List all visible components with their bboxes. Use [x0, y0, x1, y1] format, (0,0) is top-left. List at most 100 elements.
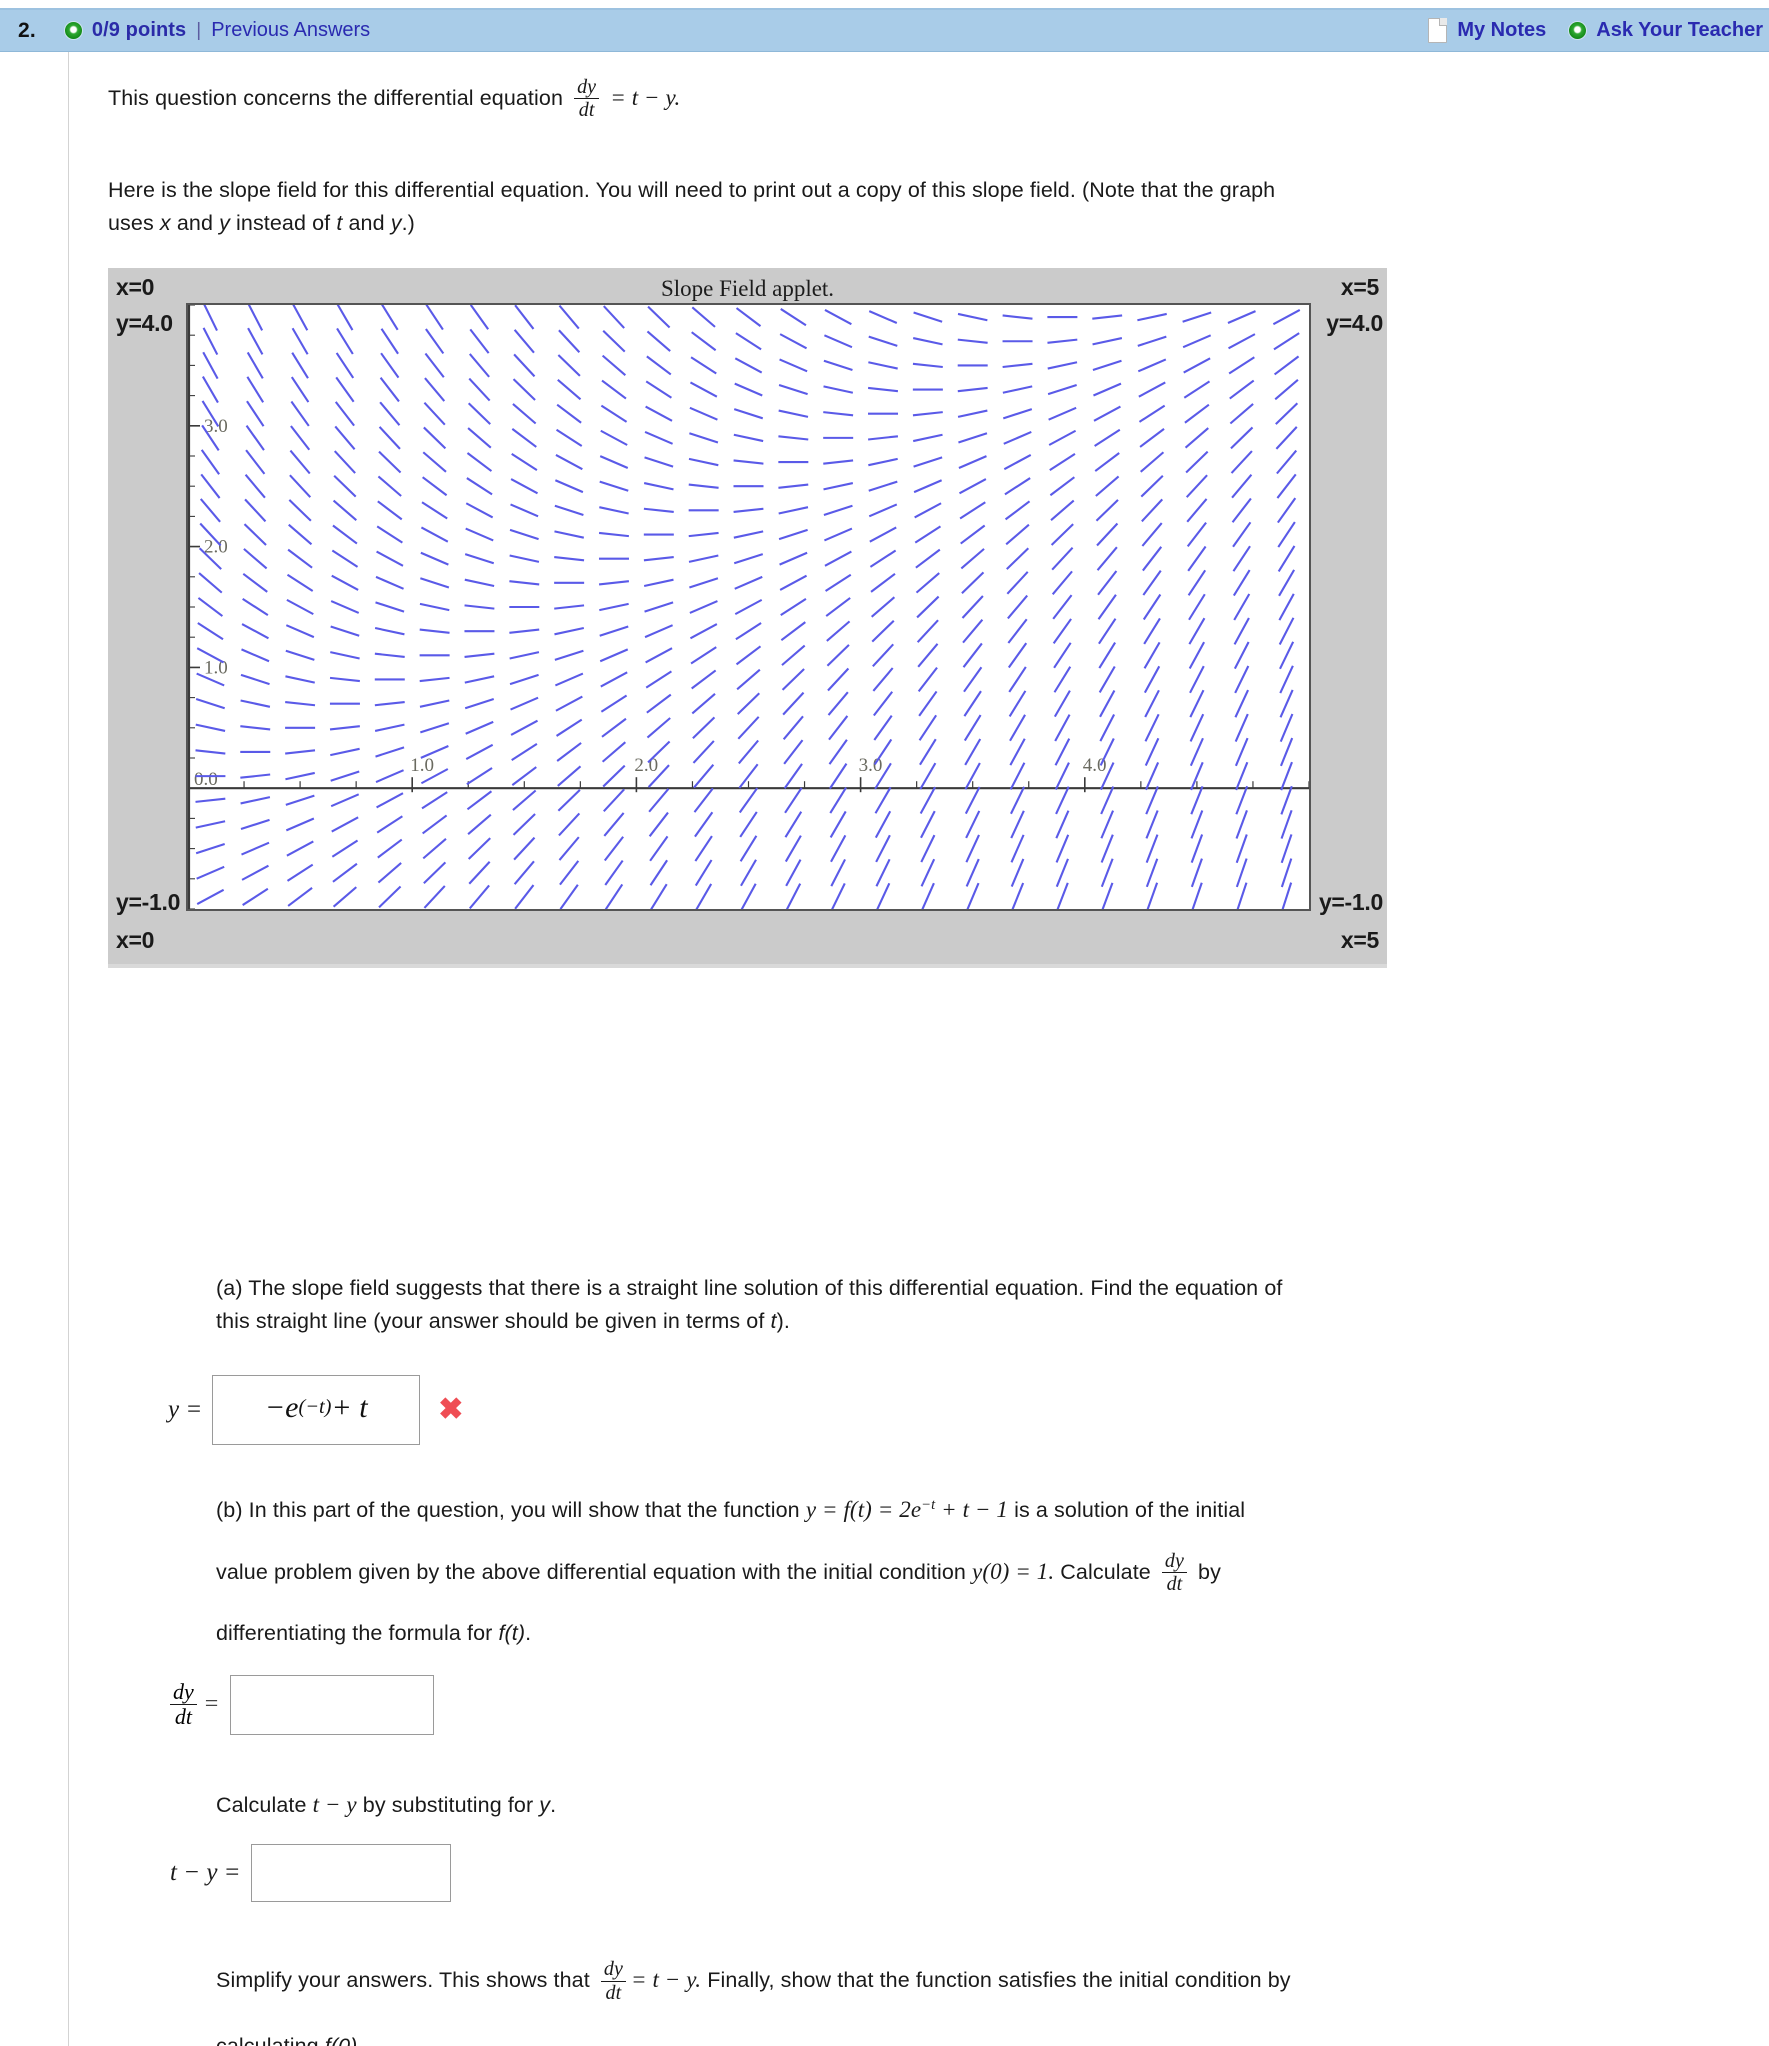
part-a-answer-tail: + t	[331, 1390, 368, 1424]
slope-field-note: Here is the slope field for this differe…	[108, 174, 1708, 241]
fraction-denominator: dt	[600, 1980, 626, 2004]
fraction-denominator: dt	[1161, 1572, 1187, 1595]
slope-field-applet[interactable]: Slope Field applet. x=0 y=4.0 x=5 y=4.0 …	[108, 268, 1387, 968]
part-a-line2-a: this straight line (your answer should b…	[216, 1309, 771, 1334]
dydt-answer-row: dy dt =	[170, 1674, 1748, 1735]
corner-label-bottom-left-x: x=0	[116, 927, 155, 953]
slope-field-note-line2-a: uses	[108, 211, 160, 236]
slope-field-note-line2-b: and	[170, 211, 220, 236]
my-notes-link[interactable]: My Notes	[1457, 19, 1546, 42]
fraction-numerator: dy	[577, 76, 597, 98]
content-left-rule	[68, 52, 69, 2046]
part-b-line2-a: value problem given by the above differe…	[216, 1559, 973, 1584]
final-instruction-line2: calculating f(0).	[216, 2030, 1646, 2046]
var-y-2: y	[390, 211, 402, 236]
svg-text:0.0: 0.0	[194, 769, 218, 790]
fraction-numerator: dy	[603, 1958, 623, 1981]
part-b-line3: differentiating the formula for f(t).	[216, 1617, 1646, 1650]
part-b-line1-a: (b) In this part of the question, you wi…	[216, 1498, 806, 1522]
dydt-fraction-intro: dy dt	[574, 76, 600, 122]
points-label[interactable]: 0/9 points	[92, 19, 186, 42]
calc-line-b: by substituting for	[356, 1792, 540, 1817]
applet-title: Slope Field applet.	[660, 276, 835, 301]
part-a-line2-b: ).	[776, 1309, 790, 1334]
part-b-line3-b: .	[525, 1621, 532, 1646]
calc-var-y: y	[539, 1792, 551, 1817]
ask-teacher-icon[interactable]	[1568, 21, 1588, 40]
part-b-block: (b) In this part of the question, you wi…	[108, 1492, 1748, 2046]
corner-label-bottom-left-y: y=-1.0	[116, 889, 181, 915]
part-b-ft: f(t)	[498, 1621, 526, 1646]
dydt-fraction-partb: dy dt	[1161, 1549, 1187, 1596]
part-a-answer-label: y =	[168, 1395, 203, 1423]
calc-line-c: .	[550, 1792, 557, 1817]
status-bar-left: 2. 0/9 points | Previous Answers	[18, 19, 370, 43]
part-a-line1: (a) The slope field suggests that there …	[216, 1276, 1283, 1300]
corner-label-bottom-right-y: y=-1.0	[1318, 889, 1383, 915]
part-b-initial-condition: y(0) = 1.	[972, 1558, 1055, 1584]
final-line-b: Finally, show that the function satisfie…	[701, 1968, 1291, 1993]
dydt-fraction-answer-label: dy dt	[170, 1678, 197, 1730]
part-a-answer-base: −e	[264, 1390, 299, 1424]
fraction-numerator: dy	[173, 1678, 194, 1704]
dydt-equals-sign: =	[204, 1691, 219, 1718]
ask-your-teacher-link[interactable]: Ask Your Teacher	[1596, 19, 1763, 42]
intro-sentence: This question concerns the differential …	[108, 76, 1748, 122]
dydt-fraction-final: dy dt	[600, 1958, 626, 2004]
question-status-bar: 2. 0/9 points | Previous Answers My Note…	[0, 8, 1769, 52]
slope-field-note-line2-c: instead of	[229, 211, 337, 236]
var-y: y	[219, 211, 230, 236]
part-a-answer-exponent: (−t)	[298, 1396, 332, 1419]
status-separator: |	[196, 19, 202, 41]
slope-field-plot[interactable]: 1.0 2.0 3.0 4.0 0.0 1.0 2.0 3.0	[186, 303, 1311, 911]
corner-label-top-left-y: y=4.0	[116, 310, 173, 336]
slope-field-svg: 1.0 2.0 3.0 4.00.01.02.03.0	[188, 305, 1309, 909]
final-line2-a: calculating	[216, 2034, 325, 2046]
slope-field-note-line1: Here is the slope field for this differe…	[108, 177, 1276, 202]
final-instruction-line: Simplify your answers. This shows that d…	[216, 1958, 1646, 2004]
page-root: 2. 0/9 points | Previous Answers My Note…	[0, 0, 1769, 2046]
part-b-function: y = f(t) = 2e	[805, 1497, 922, 1522]
question-number: 2.	[18, 18, 36, 42]
part-a-block: (a) The slope field suggests that there …	[108, 1272, 1748, 1445]
intro-equation-rhs: = t − y.	[610, 84, 681, 110]
part-a-question-text: (a) The slope field suggests that there …	[216, 1272, 1646, 1339]
slope-field-note-line2-d: and	[342, 211, 391, 236]
fraction-numerator: dy	[1164, 1549, 1184, 1572]
calculate-t-minus-y-text: Calculate t − y by substituting for y.	[216, 1787, 1646, 1823]
points-status-icon	[63, 21, 83, 40]
t-minus-y-label: t − y =	[170, 1859, 241, 1887]
part-b-line3-a: differentiating the formula for	[216, 1621, 499, 1646]
question-content: This question concerns the differential …	[108, 60, 1748, 240]
part-b-line1-b: is a solution of the initial	[1008, 1498, 1246, 1522]
corner-label-bottom-right-x: x=5	[1340, 927, 1379, 953]
corner-label-top-left-x: x=0	[116, 274, 155, 300]
final-line2-b: .	[357, 2034, 363, 2046]
calc-expression: t − y	[312, 1791, 357, 1817]
corner-label-top-right-y: y=4.0	[1326, 310, 1383, 336]
final-equation: = t − y.	[630, 1967, 702, 1993]
note-page-icon[interactable]	[1428, 18, 1448, 43]
part-b-question-text: (b) In this part of the question, you wi…	[216, 1492, 1646, 1528]
dydt-answer-input[interactable]	[230, 1674, 435, 1735]
part-a-answer-row: y = −e (−t) + t ✖	[168, 1374, 1748, 1445]
part-a-answer-input[interactable]: −e (−t) + t	[212, 1374, 421, 1445]
part-b-line2-c: by	[1191, 1559, 1221, 1584]
part-b-line2-b: Calculate	[1054, 1559, 1157, 1584]
slope-field-note-line2-e: .)	[401, 211, 415, 236]
status-bar-right: My Notes Ask Your Teacher	[1428, 18, 1765, 43]
part-b-function-exponent: −t	[921, 1496, 936, 1513]
part-b-line2: value problem given by the above differe…	[216, 1550, 1646, 1596]
t-minus-y-answer-row: t − y =	[170, 1844, 1748, 1903]
previous-answers-link[interactable]: Previous Answers	[211, 19, 370, 42]
fraction-denominator: dt	[574, 98, 600, 121]
part-b-function-rest: + t − 1	[935, 1497, 1009, 1522]
svg-text:2.0: 2.0	[634, 755, 658, 776]
fraction-denominator: dt	[170, 1704, 197, 1730]
var-x: x	[159, 211, 171, 236]
t-minus-y-answer-input[interactable]	[250, 1844, 451, 1903]
svg-text:1.0: 1.0	[204, 657, 228, 678]
final-f0: f(0)	[325, 2034, 358, 2046]
intro-lead: This question concerns the differential …	[108, 85, 563, 110]
corner-label-top-right-x: x=5	[1340, 274, 1379, 300]
